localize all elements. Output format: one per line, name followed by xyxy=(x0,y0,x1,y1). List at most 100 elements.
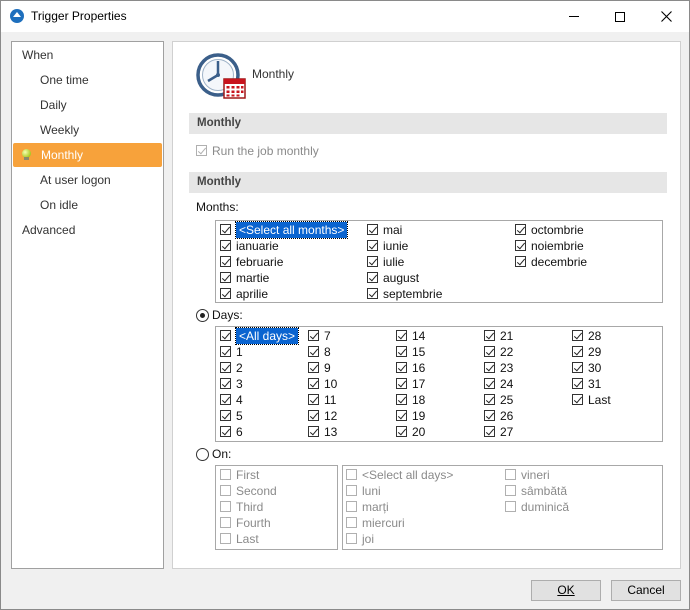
checkbox-icon xyxy=(515,256,526,267)
checkbox-icon xyxy=(220,426,231,437)
checkbox-icon xyxy=(572,362,583,373)
checkbox-icon xyxy=(484,330,495,341)
month-label: martie xyxy=(236,271,270,285)
day-label: 11 xyxy=(324,393,337,407)
sidebar-item-weekly[interactable]: Weekly xyxy=(12,118,163,142)
checkbox-icon xyxy=(484,426,495,437)
checkbox-icon xyxy=(220,378,231,389)
weekday-label: <Select all days> xyxy=(362,468,454,482)
ok-button[interactable]: OK xyxy=(531,580,601,601)
day-label: 7 xyxy=(324,329,331,343)
checkbox-icon xyxy=(367,224,378,235)
day-label: 24 xyxy=(500,377,514,391)
checkbox-icon xyxy=(484,394,495,405)
checkbox-icon xyxy=(396,426,407,437)
sidebar-item-monthly[interactable]: Monthly xyxy=(13,143,162,167)
day-label: 16 xyxy=(412,361,426,375)
weekday-label: vineri xyxy=(521,468,550,482)
weekday-list[interactable]: <Select all days> luni marți miercuri joi vin… xyxy=(342,465,663,550)
cancel-button[interactable]: Cancel xyxy=(611,580,681,601)
month-label: aprilie xyxy=(236,287,269,301)
day-label: 2 xyxy=(236,361,243,375)
minimize-icon xyxy=(569,16,579,17)
sidebar-item-daily[interactable]: Daily xyxy=(12,93,163,117)
months-list[interactable]: <Select all months> ianuarie februarie mart… xyxy=(215,220,663,303)
month-label: iulie xyxy=(383,255,405,269)
days-list[interactable]: <All days> 1 2 3 4 5 6 7 8 9 10 11 12 13 14 15 16 17 18 19 2… xyxy=(215,326,663,442)
sidebar-item-on-idle[interactable]: On idle xyxy=(12,193,163,217)
app-icon xyxy=(10,9,24,23)
minimize-button[interactable] xyxy=(551,1,597,32)
checkbox-icon xyxy=(367,272,378,283)
checkbox-icon xyxy=(396,410,407,421)
checkbox-icon xyxy=(346,501,357,512)
day-label: 8 xyxy=(324,345,331,359)
month-label: februarie xyxy=(236,255,284,269)
sidebar-item-advanced[interactable]: Advanced xyxy=(12,218,163,242)
checkbox-icon xyxy=(308,330,319,341)
day-label: 1 xyxy=(236,345,243,359)
day-label: 18 xyxy=(412,393,426,407)
sidebar-item-one-time[interactable]: One time xyxy=(12,68,163,92)
occurrence-label: Second xyxy=(236,484,277,498)
checkbox-icon xyxy=(505,469,516,480)
checkbox-icon xyxy=(196,145,207,156)
close-button[interactable] xyxy=(643,1,689,32)
checkbox-icon xyxy=(484,410,495,421)
sidebar-item-when[interactable]: When xyxy=(12,43,163,67)
day-label: Last xyxy=(588,393,611,407)
checkbox-icon xyxy=(308,426,319,437)
checkbox-icon xyxy=(220,288,231,299)
day-label: 6 xyxy=(236,425,243,439)
day-label: 19 xyxy=(412,409,426,423)
day-label: 21 xyxy=(500,329,514,343)
day-label: 23 xyxy=(500,361,514,375)
day-label: 3 xyxy=(236,377,243,391)
checkbox-icon xyxy=(572,346,583,357)
sidebar-item-label: Monthly xyxy=(41,148,84,162)
month-label: mai xyxy=(383,223,403,237)
month-label: decembrie xyxy=(531,255,588,269)
checkbox-icon xyxy=(505,501,516,512)
checkbox-icon xyxy=(346,517,357,528)
checkbox-icon xyxy=(515,224,526,235)
checkbox-icon xyxy=(396,378,407,389)
checkbox-icon xyxy=(220,394,231,405)
page-title: Monthly xyxy=(252,67,295,81)
day-label: 25 xyxy=(500,393,514,407)
checkbox-icon xyxy=(505,485,516,496)
day-label: 13 xyxy=(324,425,338,439)
sidebar-item-label: At user logon xyxy=(40,173,111,187)
checkbox-icon xyxy=(572,330,583,341)
section-header-monthly-options: Monthly xyxy=(189,172,667,193)
checkbox-icon xyxy=(367,256,378,267)
occurrence-label: Last xyxy=(236,532,259,546)
sidebar-item-at-user-logon[interactable]: At user logon xyxy=(12,168,163,192)
days-radio-label: Days: xyxy=(212,308,243,322)
day-label: 27 xyxy=(500,425,514,439)
checkbox-icon xyxy=(220,469,231,480)
weekday-label: miercuri xyxy=(362,516,405,530)
title-bar: Trigger Properties xyxy=(1,1,689,32)
close-icon xyxy=(660,11,672,22)
occurrence-list[interactable]: First Second Third Fourth Last xyxy=(215,465,338,550)
sidebar-nav: When One time Daily Weekly Monthly At user lo… xyxy=(11,41,164,569)
day-label: 9 xyxy=(324,361,331,375)
checkbox-icon xyxy=(572,394,583,405)
checkbox-icon xyxy=(220,533,231,544)
checkbox-icon xyxy=(220,362,231,373)
sidebar-item-label: On idle xyxy=(40,198,79,212)
on-radio[interactable] xyxy=(196,448,209,461)
weekday-label: sâmbătă xyxy=(521,484,568,498)
month-label: <Select all months> xyxy=(234,221,349,239)
days-radio[interactable] xyxy=(196,309,209,322)
occurrence-label: Third xyxy=(236,500,264,514)
checkbox-icon xyxy=(308,362,319,373)
clock-calendar-icon xyxy=(196,53,246,99)
maximize-button[interactable] xyxy=(597,1,643,32)
run-monthly-label: Run the job monthly xyxy=(212,144,319,158)
checkbox-icon xyxy=(346,469,357,480)
checkbox-icon xyxy=(308,346,319,357)
occurrence-label: Fourth xyxy=(236,516,271,530)
day-label: 10 xyxy=(324,377,338,391)
